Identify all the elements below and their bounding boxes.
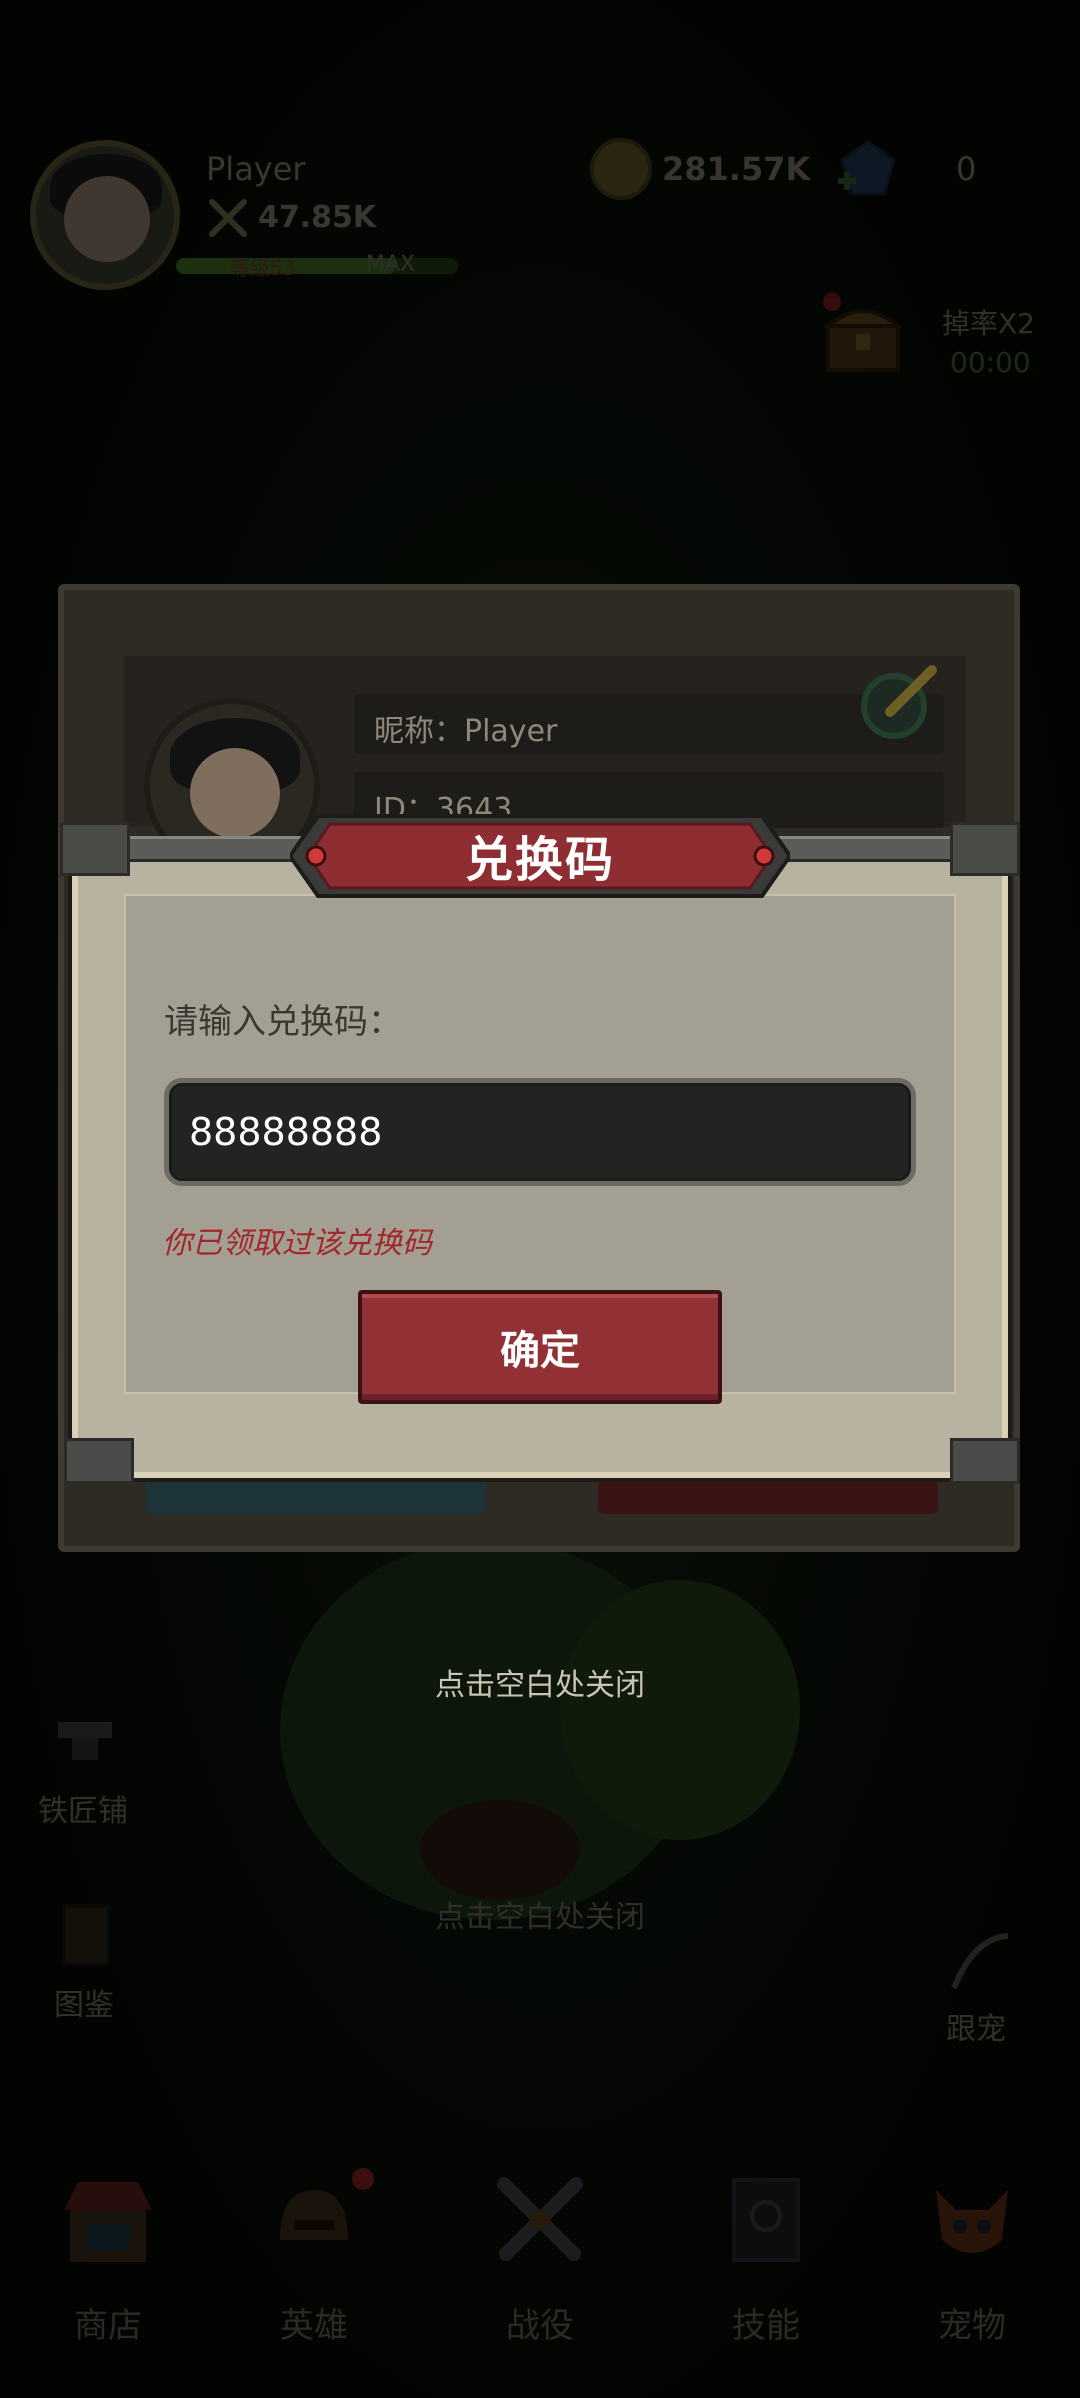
nav-hero[interactable]: 英雄 [234, 2160, 394, 2350]
nav-campaign-label: 战役 [506, 2306, 574, 2346]
rod-left-end [60, 822, 130, 876]
gem-icon[interactable] [836, 138, 900, 202]
rod-right-end [950, 822, 1020, 876]
player-avatar[interactable] [30, 140, 180, 290]
profile-right-button[interactable] [598, 1474, 938, 1514]
hero-helmet-icon [280, 2190, 348, 2240]
anvil-icon[interactable] [50, 1700, 120, 1770]
drop-rate-timer: 00:00 [950, 346, 1031, 379]
avatar-face [190, 748, 280, 838]
nav-shop-label: 商店 [74, 2306, 142, 2346]
scene-tree-trunk [420, 1800, 580, 1900]
bottom-nav: 商店 英雄 战役 技能 宠物 [0, 2160, 1080, 2398]
side-follow-pet-label[interactable]: 跟宠 [946, 2004, 1006, 2048]
nav-skills-label: 技能 [732, 2306, 800, 2346]
nav-skills[interactable]: 技能 [686, 2160, 846, 2350]
nav-pets-label: 宠物 [938, 2306, 1006, 2346]
hero-notification-dot [352, 2168, 374, 2190]
player-power: 47.85K [258, 200, 377, 235]
nav-pets[interactable]: 宠物 [892, 2160, 1052, 2350]
drop-rate-label: 掉率X2 [942, 307, 1035, 340]
treasure-chest-icon[interactable] [818, 290, 908, 380]
redeem-error-message: 你已领取过该兑换码 [162, 1226, 432, 1261]
nav-hero-label: 英雄 [280, 2306, 348, 2346]
side-blacksmith-label[interactable]: 铁匠铺 [38, 1786, 128, 1830]
confirm-button[interactable]: 确定 [358, 1290, 722, 1404]
gem-amount: 0 [956, 150, 977, 188]
dialog-title: 兑换码 [464, 832, 615, 888]
side-codex-label[interactable]: 图鉴 [54, 1980, 114, 2024]
gold-coin-icon[interactable] [590, 138, 652, 200]
scene-bush [560, 1580, 800, 1840]
shop-icon [64, 2182, 152, 2262]
exp-max-label: MAX [366, 252, 416, 277]
nav-shop[interactable]: 商店 [28, 2160, 188, 2350]
skill-book-icon [732, 2178, 800, 2262]
exp-bar [176, 258, 458, 274]
close-hint[interactable]: 点击空白处关闭 [0, 1660, 1080, 1704]
dialog-bolt-bottom-right [950, 1438, 1020, 1484]
pet-claw-icon[interactable] [944, 1928, 1014, 1998]
pet-fox-icon [936, 2190, 1008, 2253]
redeem-code-input[interactable] [164, 1078, 916, 1186]
avatar-face [64, 176, 150, 262]
profile-left-button[interactable] [146, 1474, 486, 1514]
nickname-text: 昵称：Player [374, 714, 558, 749]
edit-pencil-icon[interactable] [854, 656, 944, 746]
player-name: Player [206, 150, 306, 188]
close-hint-back: 点击空白处关闭 [435, 1900, 645, 1935]
nav-campaign[interactable]: 战役 [460, 2160, 620, 2350]
redeem-prompt-label: 请输入兑换码： [164, 1002, 402, 1042]
crossed-swords-icon [209, 199, 247, 237]
gold-amount: 281.57K [662, 150, 811, 188]
player-level: 等级53 [230, 256, 296, 280]
crossed-swords-icon [497, 2177, 583, 2261]
dialog-bolt-bottom-left [64, 1438, 134, 1484]
